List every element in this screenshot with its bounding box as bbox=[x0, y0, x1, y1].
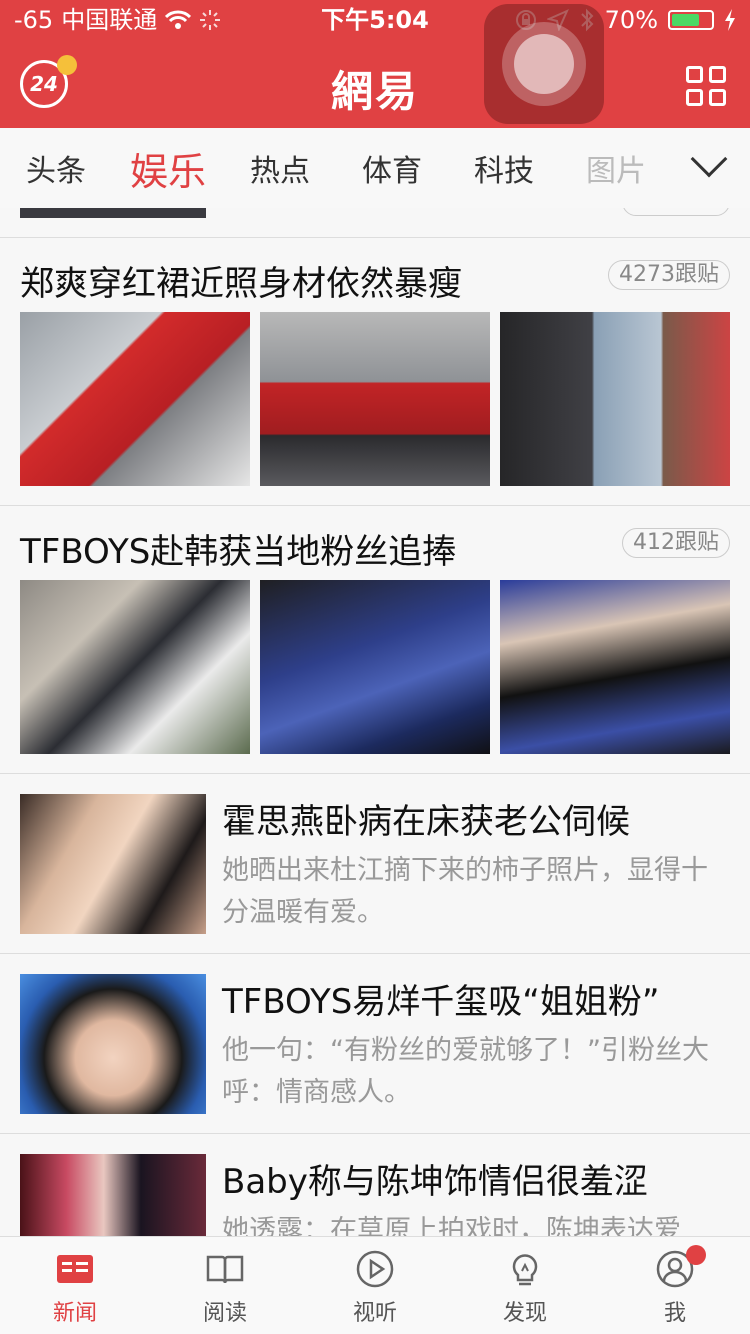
news-title: TFBOYS易烊千玺吸“姐姐粉” bbox=[222, 982, 660, 1022]
book-icon bbox=[206, 1255, 244, 1284]
app-logo: 網易 bbox=[330, 67, 419, 116]
news-item[interactable]: TFBOYS易烊千玺吸“姐姐粉” 他一句：“有粉丝的爱就够了！”引粉丝大呼：情商… bbox=[0, 954, 750, 1134]
news-summary: 他一句：“有粉丝的爱就够了！”引粉丝大呼：情商感人。 bbox=[222, 1035, 709, 1108]
news-summary: 她晒出来杜江摘下来的柿子照片，显得十分温暖有爱。 bbox=[222, 855, 708, 928]
chevron-down-icon[interactable] bbox=[690, 140, 728, 178]
news-item[interactable]: Baby称与陈坤饰情侣很羞涩 她透露：在草原上拍戏时，陈坤表达爱 bbox=[0, 1134, 750, 1236]
news-title: 郑爽穿红裙近照身材依然暴瘦 bbox=[20, 264, 462, 304]
lightbulb-icon bbox=[512, 1254, 538, 1286]
tab-tiyu[interactable]: 体育 bbox=[336, 146, 448, 190]
tabbar-label: 发现 bbox=[502, 1301, 547, 1326]
tab-yule[interactable]: 娱乐 bbox=[112, 141, 224, 196]
tabbar-item-news[interactable]: 新闻 bbox=[0, 1237, 150, 1334]
tab-keji[interactable]: 科技 bbox=[448, 146, 560, 190]
tab-toutiao[interactable]: 头条 bbox=[0, 146, 112, 190]
comment-count-badge: 4273跟贴 bbox=[608, 260, 730, 290]
news-thumbnail bbox=[20, 1154, 206, 1236]
tabbar-item-reading[interactable]: 阅读 bbox=[150, 1237, 300, 1334]
bottom-tab-bar: 新闻 阅读 视听 发现 我 bbox=[0, 1236, 750, 1334]
battery-percent: 70% bbox=[604, 6, 658, 34]
tabbar-label: 我 bbox=[663, 1301, 686, 1326]
top-bar: -65 中国联通 下午5:04 70% 24 網易 bbox=[0, 0, 750, 128]
screen: -65 中国联通 下午5:04 70% 24 網易 头条 娱乐 热点 体育 科技… bbox=[0, 0, 750, 1334]
photo-news-item[interactable]: TFBOYS赴韩获当地粉丝追捧 412跟贴 bbox=[0, 506, 750, 774]
news-photo bbox=[260, 580, 490, 754]
news-icon bbox=[57, 1255, 93, 1283]
notification-dot bbox=[686, 1245, 706, 1265]
battery-icon bbox=[668, 10, 714, 30]
play-icon bbox=[356, 1250, 394, 1288]
assistive-touch-button[interactable] bbox=[484, 4, 604, 124]
status-bar: -65 中国联通 下午5:04 70% bbox=[0, 0, 750, 40]
charging-icon bbox=[725, 9, 735, 31]
comment-count-badge: 412跟贴 bbox=[622, 528, 730, 558]
tabbar-item-discover[interactable]: 发现 bbox=[450, 1237, 600, 1334]
navigation-bar: 24 網易 bbox=[0, 40, 750, 128]
news-photo bbox=[500, 580, 730, 754]
news-photo bbox=[260, 312, 490, 486]
tab-redian[interactable]: 热点 bbox=[224, 146, 336, 190]
news-title: TFBOYS赴韩获当地粉丝追捧 bbox=[20, 532, 457, 572]
tabbar-label: 视听 bbox=[352, 1301, 397, 1326]
news-summary: 她透露：在草原上拍戏时，陈坤表达爱 bbox=[222, 1215, 681, 1236]
tabbar-item-me[interactable]: 我 bbox=[600, 1237, 750, 1334]
news-photo bbox=[20, 580, 250, 754]
news-item[interactable]: 霍思燕卧病在床获老公伺候 她晒出来杜江摘下来的柿子照片，显得十分温暖有爱。 bbox=[0, 774, 750, 954]
comment-count-badge bbox=[622, 208, 730, 216]
tab-tupian[interactable]: 图片 bbox=[560, 146, 672, 190]
channel-tabs: 头条 娱乐 热点 体育 科技 图片 bbox=[0, 128, 750, 208]
news-feed[interactable]: 郑爽穿红裙近照身材依然暴瘦 4273跟贴 TFBOYS赴韩获当地粉丝追捧 412… bbox=[0, 208, 750, 1236]
news-photo bbox=[20, 312, 250, 486]
partial-news-item[interactable] bbox=[0, 208, 750, 238]
news-thumbnail bbox=[20, 208, 206, 218]
news-thumbnail bbox=[20, 794, 206, 934]
grid-menu-icon[interactable] bbox=[686, 66, 726, 106]
photo-news-item[interactable]: 郑爽穿红裙近照身材依然暴瘦 4273跟贴 bbox=[0, 238, 750, 506]
tabbar-item-video[interactable]: 视听 bbox=[300, 1237, 450, 1334]
news-title: 霍思燕卧病在床获老公伺候 bbox=[222, 802, 630, 842]
tabbar-label: 新闻 bbox=[52, 1301, 97, 1326]
tabbar-label: 阅读 bbox=[202, 1301, 247, 1326]
news-title: Baby称与陈坤饰情侣很羞涩 bbox=[222, 1162, 648, 1202]
news-photo bbox=[500, 312, 730, 486]
news-thumbnail bbox=[20, 974, 206, 1114]
